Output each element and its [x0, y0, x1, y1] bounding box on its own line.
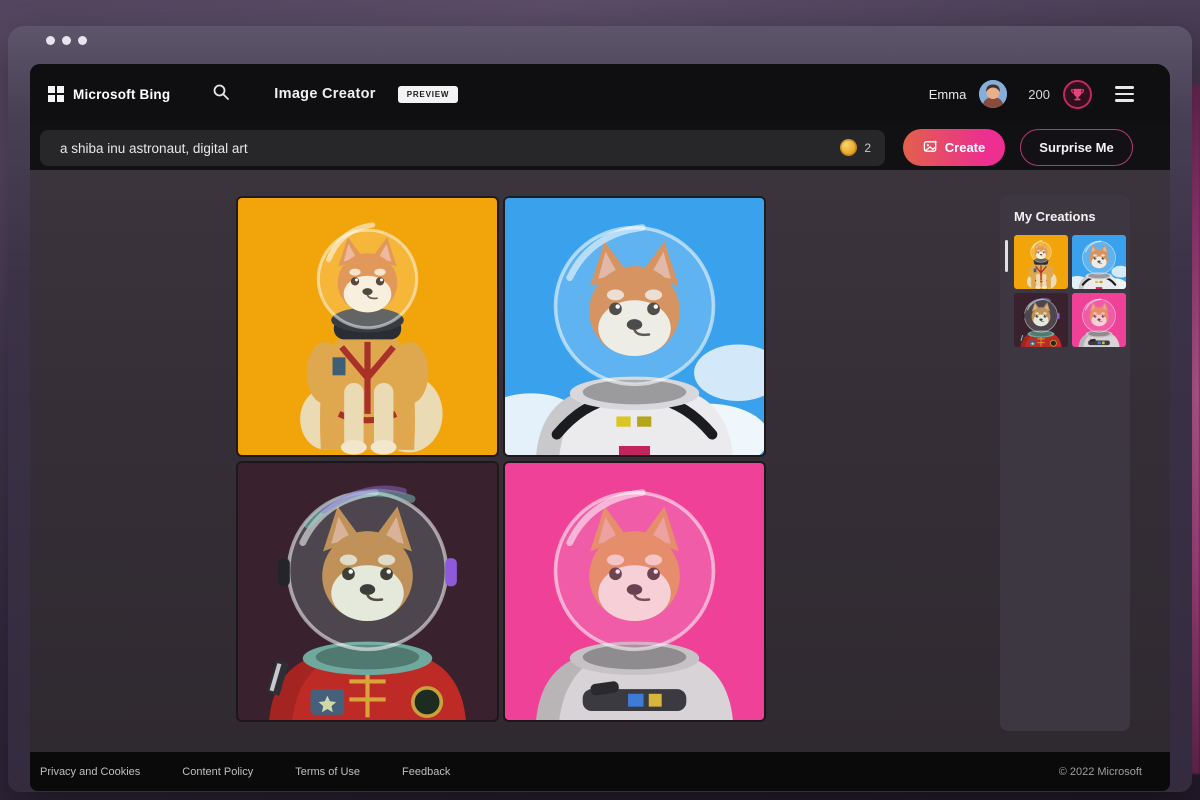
microsoft-logo-icon[interactable] — [48, 86, 64, 102]
footer-link-privacy[interactable]: Privacy and Cookies — [40, 766, 140, 778]
my-creations-panel: My Creations — [1000, 195, 1130, 731]
user-name[interactable]: Emma — [929, 87, 967, 102]
generated-image-grid — [238, 198, 764, 720]
window-dot — [46, 36, 55, 45]
brand-label[interactable]: Microsoft Bing — [73, 87, 170, 102]
footer-link-feedback[interactable]: Feedback — [402, 766, 450, 778]
generated-image-4[interactable] — [505, 463, 764, 720]
app-header: Microsoft Bing Image Creator PREVIEW Emm… — [30, 64, 1170, 124]
image-creator-app: Microsoft Bing Image Creator PREVIEW Emm… — [30, 64, 1170, 791]
create-icon — [923, 139, 938, 157]
footer-link-content-policy[interactable]: Content Policy — [182, 766, 253, 778]
search-icon[interactable] — [212, 83, 230, 106]
footer-link-terms[interactable]: Terms of Use — [295, 766, 360, 778]
surprise-me-label: Surprise Me — [1039, 140, 1113, 155]
footer-copyright: © 2022 Microsoft — [1059, 766, 1142, 778]
avatar[interactable] — [979, 80, 1007, 108]
panel-scrollbar[interactable] — [1005, 240, 1008, 272]
browser-window: Microsoft Bing Image Creator PREVIEW Emm… — [8, 26, 1192, 792]
surprise-me-button[interactable]: Surprise Me — [1020, 129, 1133, 166]
generated-image-3[interactable] — [238, 463, 497, 720]
credits-count: 200 — [1028, 87, 1050, 102]
results-area: My Creations — [30, 170, 1170, 752]
prompt-bar: 2 — [40, 130, 885, 166]
boost-count: 2 — [864, 141, 871, 155]
window-dot — [78, 36, 87, 45]
boost-indicator: 2 — [840, 139, 871, 156]
generated-image-1[interactable] — [238, 198, 497, 455]
prompt-input[interactable] — [40, 130, 885, 166]
hamburger-menu-icon[interactable] — [1115, 86, 1134, 101]
generated-image-2[interactable] — [505, 198, 764, 455]
creation-thumbnail-2[interactable] — [1072, 235, 1126, 289]
create-button[interactable]: Create — [903, 129, 1005, 166]
preview-badge: PREVIEW — [398, 86, 459, 103]
rewards-trophy-icon[interactable] — [1063, 80, 1092, 109]
page-title: Image Creator — [274, 86, 375, 102]
coin-icon — [840, 139, 857, 156]
creation-thumbnail-1[interactable] — [1014, 235, 1068, 289]
creations-thumbnail-grid — [1014, 235, 1126, 347]
window-dot — [62, 36, 71, 45]
app-footer: Privacy and Cookies Content Policy Terms… — [30, 752, 1170, 791]
creation-thumbnail-4[interactable] — [1072, 293, 1126, 347]
create-button-label: Create — [945, 140, 985, 155]
window-menu-dots[interactable] — [46, 36, 87, 45]
creation-thumbnail-3[interactable] — [1014, 293, 1068, 347]
my-creations-title: My Creations — [1000, 195, 1130, 224]
